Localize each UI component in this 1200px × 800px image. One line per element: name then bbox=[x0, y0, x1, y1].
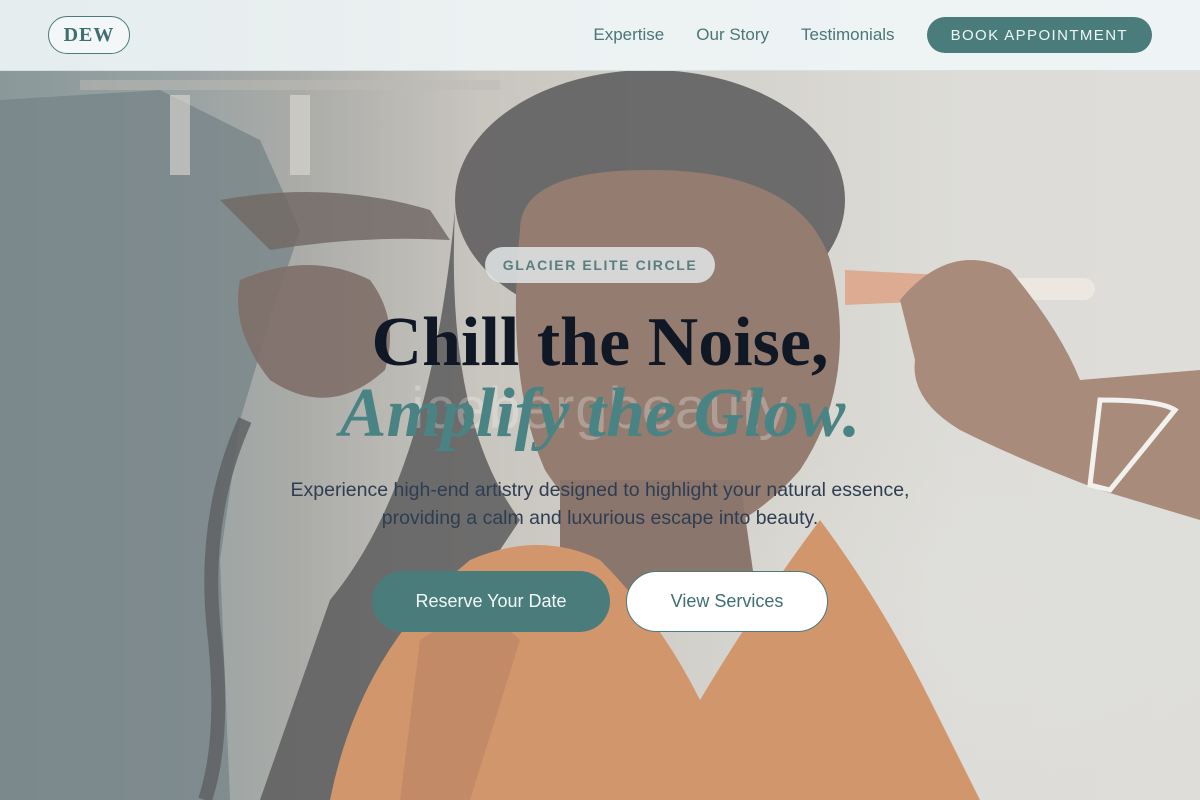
top-navbar: DEW Expertise Our Story Testimonials BOO… bbox=[0, 0, 1200, 71]
view-services-button[interactable]: View Services bbox=[626, 571, 828, 632]
hero-badge: GLACIER ELITE CIRCLE bbox=[485, 247, 715, 283]
reserve-date-button[interactable]: Reserve Your Date bbox=[372, 571, 610, 632]
brand-logo[interactable]: DEW bbox=[48, 16, 130, 54]
book-appointment-button[interactable]: BOOK APPOINTMENT bbox=[926, 17, 1152, 53]
hero-title-line1: Chill the Noise, bbox=[371, 304, 829, 381]
nav-link-testimonials[interactable]: Testimonials bbox=[801, 25, 895, 45]
hero-subtitle: Experience high-end artistry designed to… bbox=[290, 479, 910, 529]
nav-link-our-story[interactable]: Our Story bbox=[696, 25, 769, 45]
nav-links: Expertise Our Story Testimonials BOOK AP… bbox=[593, 17, 1152, 53]
hero-title-line2: Amplify the Glow. bbox=[339, 375, 861, 452]
nav-link-expertise[interactable]: Expertise bbox=[593, 25, 664, 45]
